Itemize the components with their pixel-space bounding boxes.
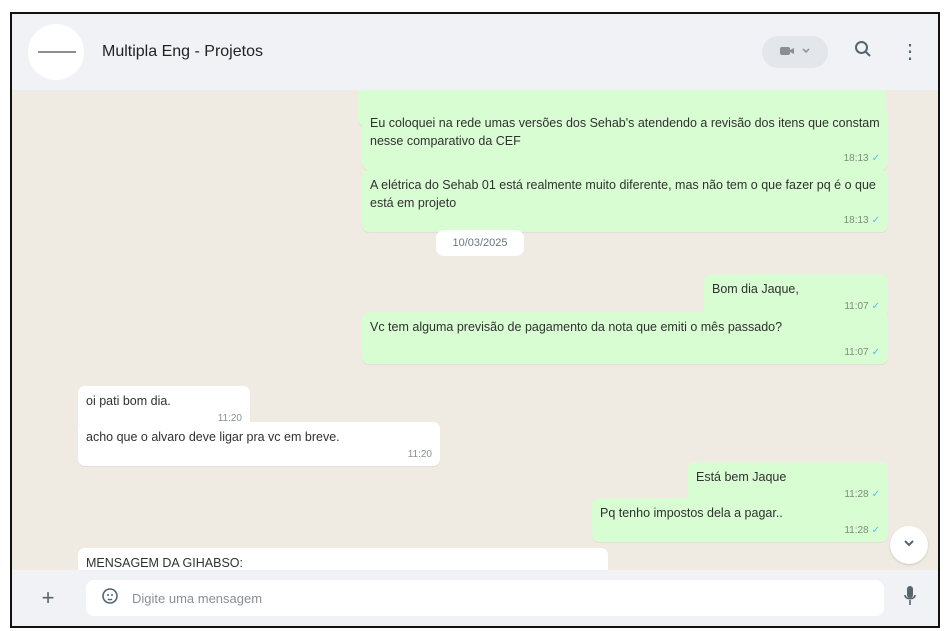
menu-button[interactable]: ⋮ [900,36,920,66]
message-bubble[interactable]: acho que o alvaro deve ligar pra vc em b… [78,422,440,466]
search-button[interactable] [848,36,878,66]
scroll-to-bottom-button[interactable] [890,526,928,564]
sticker-button[interactable] [98,586,122,610]
video-icon [779,45,795,60]
group-avatar[interactable] [28,24,84,80]
message-input[interactable]: Digite uma mensagem [86,580,884,616]
message-text: Vc tem alguma previsão de pagamento da n… [370,320,783,334]
read-check-icon: ✓ [871,347,880,358]
search-icon [854,40,872,63]
chat-window: Multipla Eng - Projetos ⋮ Eu coloquei na… [10,12,940,628]
message-bubble[interactable]: Pq tenho impostos dela a pagar.. 11:28 ✓ [592,498,888,542]
message-bubble[interactable]: A elétrica do Sehab 01 está realmente mu… [362,170,888,232]
chevron-down-icon [902,536,916,555]
message-time: 11:20 [407,449,432,460]
message-text: A elétrica do Sehab 01 está realmente mu… [370,178,876,210]
message-bubble[interactable]: MENSAGEM DA GIHABSO: [78,548,608,570]
read-check-icon: ✓ [871,215,880,226]
read-check-icon: ✓ [871,153,880,164]
chat-header: Multipla Eng - Projetos ⋮ [12,14,938,90]
message-text: oi pati bom dia. [86,394,171,408]
message-time: 18:13 ✓ [843,215,880,226]
chevron-down-icon [801,45,811,59]
message-composer: + Digite uma mensagem [12,570,938,626]
more-vertical-icon: ⋮ [900,40,920,63]
video-call-button[interactable] [762,36,828,68]
date-separator: 10/03/2025 [436,230,524,256]
message-text: MENSAGEM DA GIHABSO: [86,556,243,570]
message-list: ✓ Eu coloquei na rede umas versões dos S… [12,90,938,570]
microphone-button[interactable] [898,584,922,612]
message-bubble[interactable]: Eu coloquei na rede umas versões dos Seh… [362,108,888,170]
message-bubble[interactable]: Vc tem alguma previsão de pagamento da n… [362,312,888,364]
message-placeholder: Digite uma mensagem [132,590,263,606]
message-text: Eu coloquei na rede umas versões dos Seh… [370,116,880,148]
attach-button[interactable]: + [30,580,66,616]
message-text: acho que o alvaro deve ligar pra vc em b… [86,430,340,444]
message-text: Está bem Jaque [696,470,787,484]
microphone-icon [903,585,917,612]
message-time: 18:13 ✓ [843,153,880,164]
read-check-icon: ✓ [871,301,880,312]
message-text: Pq tenho impostos dela a pagar.. [600,506,783,520]
message-time: 11:28 ✓ [844,525,880,536]
chat-title[interactable]: Multipla Eng - Projetos [102,43,263,61]
message-text: Bom dia Jaque, [712,282,799,296]
sticker-icon [101,587,119,610]
read-check-icon: ✓ [871,525,880,536]
message-time: 11:07 ✓ [844,347,880,358]
plus-icon: + [41,585,55,610]
